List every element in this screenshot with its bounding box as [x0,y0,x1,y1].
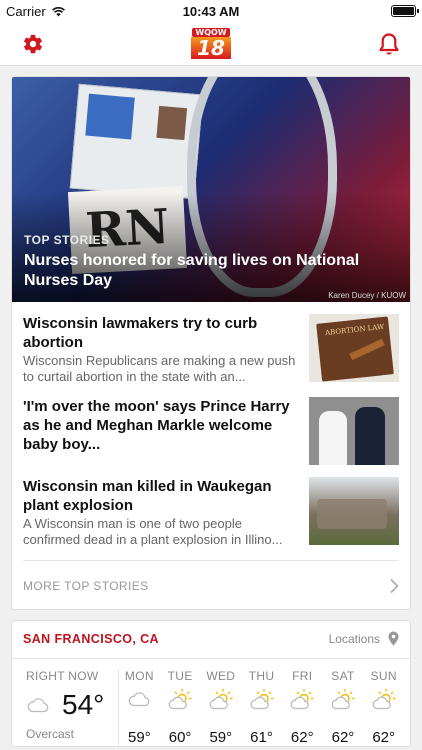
forecast-day-name: WED [206,669,236,683]
bell-icon[interactable] [378,32,400,56]
forecast-day-name: SAT [331,669,355,683]
status-bar: Carrier 10:43 AM [0,0,422,22]
section-kicker: TOP STORIES [24,233,110,247]
story-summary: Wisconsin Republicans are making a new p… [23,353,296,384]
forecast-day: SAT 62° [323,669,364,746]
forecast-high: 62° [372,729,396,746]
battery-icon [391,5,419,17]
partly-sunny-icon [331,689,355,710]
more-top-stories-label: MORE TOP STORIES [23,579,149,593]
story-item[interactable]: Wisconsin lawmakers try to curb abortion… [12,302,410,385]
more-top-stories-link[interactable]: MORE TOP STORIES [12,561,410,609]
chevron-right-icon [390,578,399,594]
forecast-day: TUE 60° [160,669,201,746]
hero-headline: Nurses honored for saving lives on Natio… [24,252,360,289]
weather-card: SAN FRANCISCO, CA Locations RIGHT NOW 54… [11,620,411,747]
story-title: 'I'm over the moon' says Prince Harry as… [23,398,290,453]
station-logo[interactable]: WQOW 18 [191,27,231,61]
top-nav-bar: WQOW 18 [0,22,422,66]
forecast-day: WED 59° [200,669,241,746]
current-condition: Overcast [26,727,75,741]
story-title: Wisconsin man killed in Waukegan plant e… [23,478,272,514]
weather-body[interactable]: RIGHT NOW 54° Overcast MON 59° TUE 60° W… [12,659,410,746]
forecast-day: FRI 62° [282,669,323,746]
partly-sunny-icon [290,689,314,710]
forecast-day-name: MON [124,669,154,683]
forecast-high: 59° [209,729,233,746]
forecast-day-name: SUN [370,669,397,683]
location-pin-icon [388,631,399,646]
story-thumbnail: ABORTION LAW [309,314,399,382]
clock: 10:43 AM [182,3,240,19]
logo-number: 18 [191,37,231,59]
story-thumbnail [309,477,399,545]
current-temp: 54° [62,689,105,720]
cloud-icon [129,692,150,707]
partly-sunny-icon [250,689,274,710]
forecast-day: THU 61° [241,669,282,746]
forecast-day-name: THU [248,669,275,683]
current-weather: RIGHT NOW 54° Overcast [18,669,118,746]
forecast-high: 62° [290,729,314,746]
hero-story[interactable]: RN TOP STORIES Nurses honored for saving… [12,77,410,302]
partly-sunny-icon [168,689,192,710]
locations-button[interactable]: Locations [329,631,399,646]
forecast-day: SUN 62° [363,669,404,746]
forecast-day: MON 59° [119,669,160,746]
cloud-icon [27,698,49,713]
forecast-high: 61° [250,729,273,746]
right-now-label: RIGHT NOW [26,669,99,683]
top-stories-card: RN TOP STORIES Nurses honored for saving… [11,76,411,610]
weather-city[interactable]: SAN FRANCISCO, CA [23,632,159,646]
partly-sunny-icon [209,689,233,710]
forecast-high: 62° [331,729,355,746]
partly-sunny-icon [372,689,396,710]
forecast: MON 59° TUE 60° WED 59° THU 61° FRI 62° … [118,669,404,746]
gear-icon[interactable] [22,33,44,55]
forecast-high: 60° [168,729,192,746]
locations-label: Locations [328,631,380,646]
story-item[interactable]: 'I'm over the moon' says Prince Harry as… [12,385,410,465]
forecast-high: 59° [128,729,151,746]
weather-header: SAN FRANCISCO, CA Locations [12,621,410,659]
photo-credit: Karen Ducey / KUOW [328,291,406,300]
story-thumbnail [309,397,399,465]
story-summary: A Wisconsin man is one of two people con… [23,516,283,547]
hero-image-badge [69,83,204,200]
forecast-day-name: FRI [292,669,313,683]
forecast-day-name: TUE [167,669,193,683]
thumbnail-book-text: ABORTION LAW [324,322,385,338]
story-item[interactable]: Wisconsin man killed in Waukegan plant e… [12,465,410,548]
story-title: Wisconsin lawmakers try to curb abortion [23,315,258,351]
